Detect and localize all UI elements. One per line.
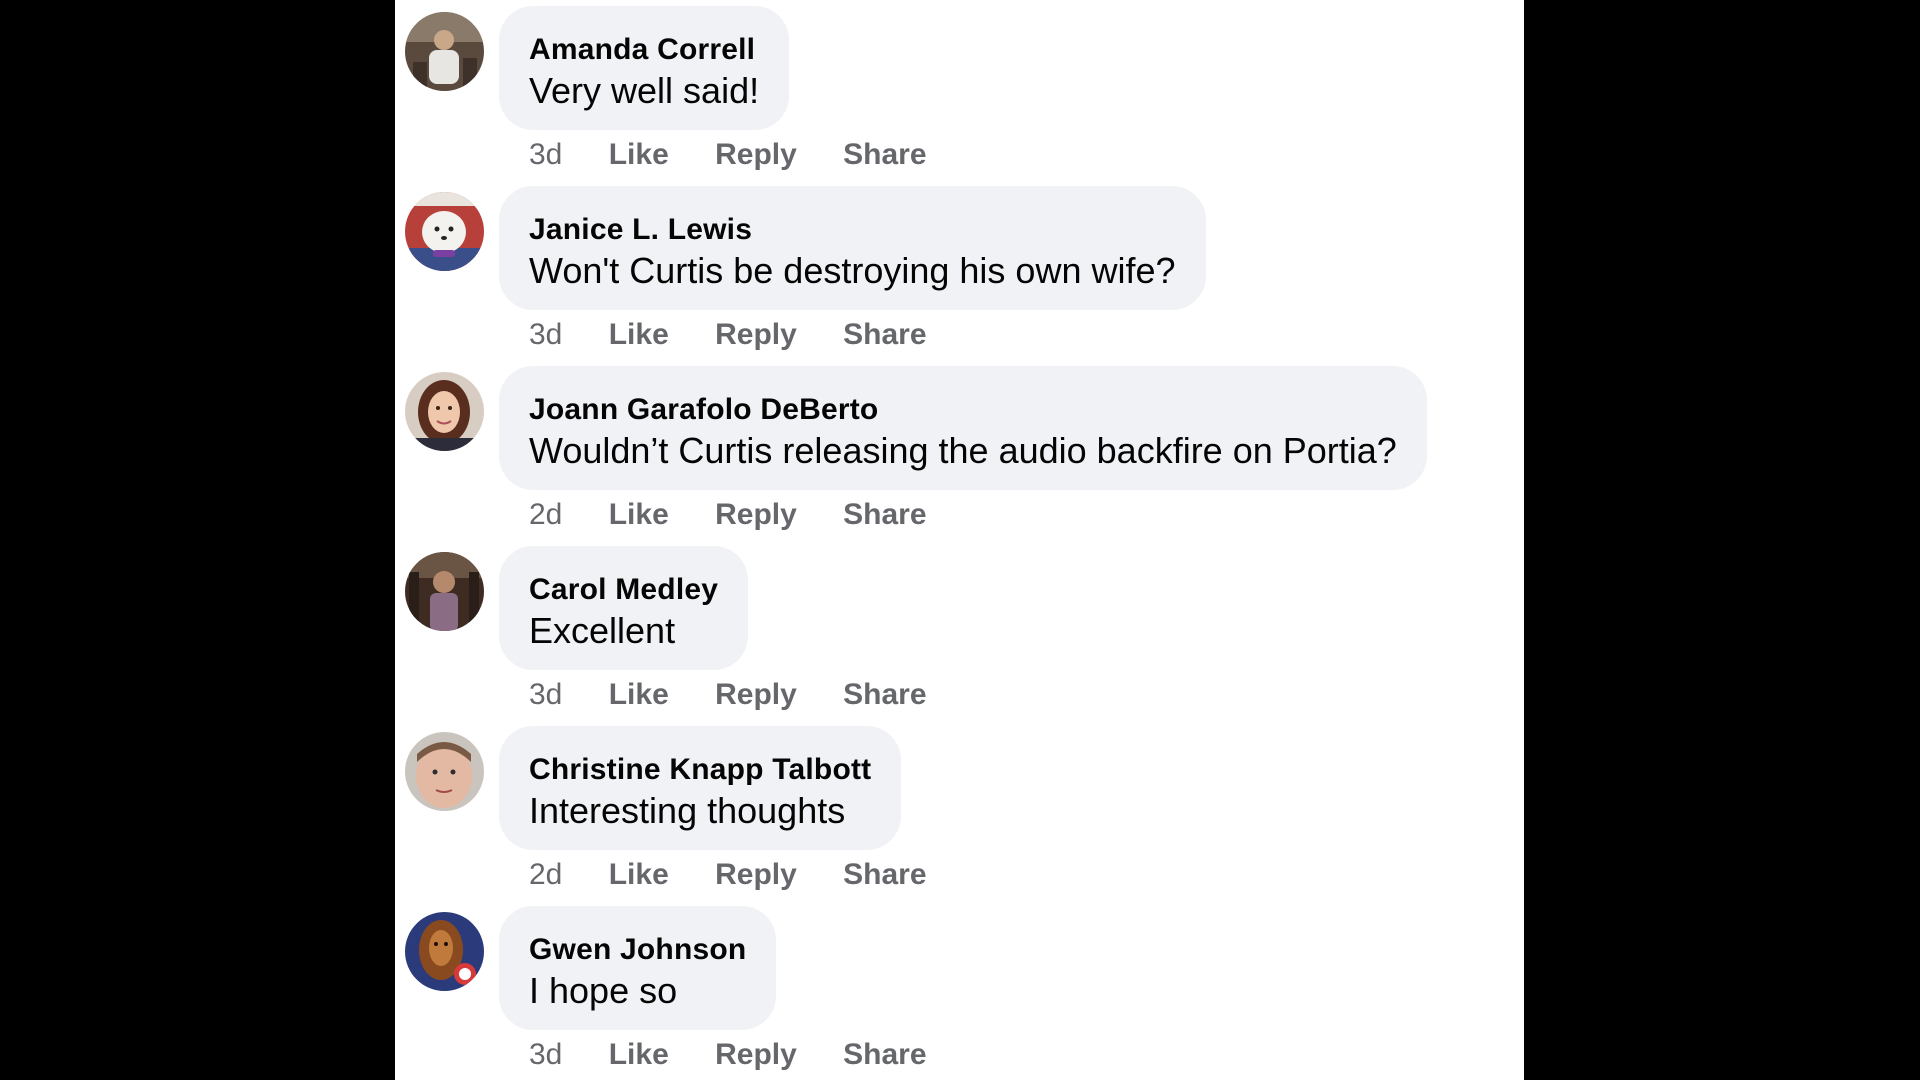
- reply-button[interactable]: Reply: [715, 855, 797, 895]
- comment-author[interactable]: Amanda Correll: [529, 30, 759, 70]
- comment-timestamp[interactable]: 3d: [529, 1035, 562, 1075]
- comment-bubble: Amanda Correll Very well said!: [499, 6, 790, 130]
- comment-actions: 2d Like Reply Share: [529, 495, 965, 535]
- profile-photo-icon: [405, 912, 484, 991]
- reply-button[interactable]: Reply: [715, 135, 797, 175]
- comment-actions: 3d Like Reply Share: [529, 135, 965, 175]
- comment-text: Wouldn’t Curtis releasing the audio back…: [529, 430, 1397, 471]
- avatar[interactable]: [405, 732, 484, 811]
- avatar[interactable]: [405, 552, 484, 631]
- comment-text: Won't Curtis be destroying his own wife?: [529, 250, 1176, 291]
- comment-text: Excellent: [529, 610, 676, 651]
- comment-actions: 3d Like Reply Share: [529, 1035, 965, 1075]
- comment-actions: 3d Like Reply Share: [529, 675, 965, 715]
- comment-timestamp[interactable]: 2d: [529, 495, 562, 535]
- like-button[interactable]: Like: [609, 855, 669, 895]
- share-button[interactable]: Share: [843, 675, 926, 715]
- comment-timestamp[interactable]: 3d: [529, 135, 562, 175]
- comment-author[interactable]: Carol Medley: [529, 570, 718, 610]
- like-button[interactable]: Like: [609, 675, 669, 715]
- reply-button[interactable]: Reply: [715, 495, 797, 535]
- reply-button[interactable]: Reply: [715, 1035, 797, 1075]
- avatar[interactable]: [405, 372, 484, 451]
- comment-actions: 3d Like Reply Share: [529, 315, 965, 355]
- comment-timestamp[interactable]: 3d: [529, 675, 562, 715]
- comment-item: Christine Knapp Talbott Interesting thou…: [395, 720, 1524, 900]
- comment-timestamp[interactable]: 3d: [529, 315, 562, 355]
- share-button[interactable]: Share: [843, 855, 926, 895]
- avatar[interactable]: [405, 192, 484, 271]
- reply-button[interactable]: Reply: [715, 675, 797, 715]
- like-button[interactable]: Like: [609, 1035, 669, 1075]
- share-button[interactable]: Share: [843, 315, 926, 355]
- comment-bubble: Christine Knapp Talbott Interesting thou…: [499, 726, 902, 850]
- share-button[interactable]: Share: [843, 135, 926, 175]
- comments-panel: Amanda Correll Very well said! 3d Like R…: [395, 0, 1524, 1080]
- comment-text: Interesting thoughts: [529, 790, 846, 831]
- comment-item: Carol Medley Excellent 3d Like Reply Sha…: [395, 540, 1524, 720]
- comment-author[interactable]: Christine Knapp Talbott: [529, 750, 871, 790]
- profile-photo-icon: [405, 12, 484, 91]
- profile-photo-icon: [405, 732, 484, 811]
- comment-bubble: Joann Garafolo DeBerto Wouldn’t Curtis r…: [499, 366, 1427, 490]
- comment-actions: 2d Like Reply Share: [529, 855, 965, 895]
- share-button[interactable]: Share: [843, 1035, 926, 1075]
- comment-text: Very well said!: [529, 70, 760, 111]
- avatar[interactable]: [405, 912, 484, 991]
- comment-bubble: Janice L. Lewis Won't Curtis be destroyi…: [499, 186, 1206, 310]
- profile-photo-icon: [405, 192, 484, 271]
- like-button[interactable]: Like: [609, 495, 669, 535]
- profile-photo-icon: [405, 552, 484, 631]
- comment-timestamp[interactable]: 2d: [529, 855, 562, 895]
- comment-item: Janice L. Lewis Won't Curtis be destroyi…: [395, 180, 1524, 360]
- comment-author[interactable]: Joann Garafolo DeBerto: [529, 390, 1397, 430]
- share-button[interactable]: Share: [843, 495, 926, 535]
- comment-item: Amanda Correll Very well said! 3d Like R…: [395, 0, 1524, 180]
- comment-item: Joann Garafolo DeBerto Wouldn’t Curtis r…: [395, 360, 1524, 540]
- like-button[interactable]: Like: [609, 135, 669, 175]
- comment-bubble: Gwen Johnson I hope so: [499, 906, 777, 1030]
- reply-button[interactable]: Reply: [715, 315, 797, 355]
- comment-bubble: Carol Medley Excellent: [499, 546, 749, 670]
- comment-text: I hope so: [529, 970, 678, 1011]
- comment-author[interactable]: Gwen Johnson: [529, 930, 746, 970]
- like-button[interactable]: Like: [609, 315, 669, 355]
- profile-photo-icon: [405, 372, 484, 451]
- avatar[interactable]: [405, 12, 484, 91]
- comment-author[interactable]: Janice L. Lewis: [529, 210, 1176, 250]
- comment-item: Gwen Johnson I hope so 3d Like Reply Sha…: [395, 900, 1524, 1080]
